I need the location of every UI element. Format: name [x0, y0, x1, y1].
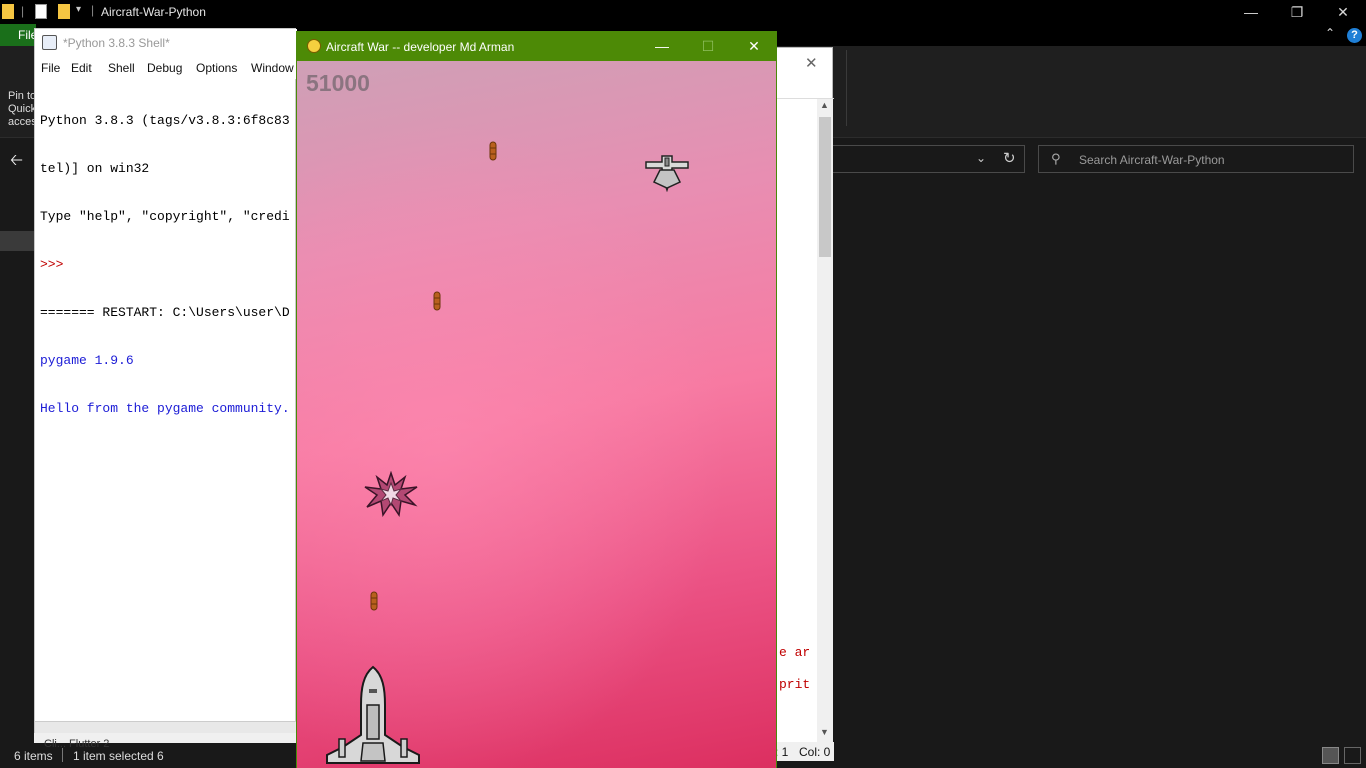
shell-line: tel)] on win32	[40, 161, 150, 176]
player-plane-icon	[326, 665, 420, 764]
minimize-button[interactable]: —	[1228, 1, 1274, 23]
shell-output[interactable]: Python 3.8.3 (tags/v3.8.3:6f8c83 tel)] o…	[40, 81, 296, 449]
window-title: Aircraft-War-Python	[101, 5, 206, 19]
game-titlebar[interactable]: Aircraft War -- developer Md Arman — ☐ ✕	[297, 32, 776, 61]
selected-size: 6	[157, 749, 164, 763]
help-icon[interactable]: ?	[1347, 28, 1362, 43]
shell-menubar: File Edit Shell Debug Options Window	[35, 57, 297, 79]
customize-qa-chevron-icon[interactable]: ▾	[76, 4, 81, 15]
close-icon[interactable]: ✕	[805, 54, 818, 72]
line-number: : 1	[775, 745, 789, 759]
items-count: 6 items	[14, 749, 53, 763]
selected-count: 1 item selected	[73, 749, 154, 763]
menu-edit[interactable]: Edit	[71, 61, 92, 75]
shell-line: Python 3.8.3 (tags/v3.8.3:6f8c83	[40, 113, 290, 128]
score: 51000	[306, 70, 370, 96]
shell-line: Type "help", "copyright", "credi	[40, 209, 290, 224]
menu-options[interactable]: Options	[196, 61, 237, 75]
close-button[interactable]: ✕	[1320, 1, 1366, 23]
enemy-plane-icon	[645, 155, 689, 192]
scroll-thumb[interactable]	[819, 117, 831, 257]
explorer-titlebar: | ▾ | Aircraft-War-Python — ❐ ✕	[0, 0, 1366, 24]
menu-debug[interactable]: Debug	[147, 61, 182, 75]
divider	[62, 748, 63, 762]
bullet-icon	[489, 141, 497, 161]
code-line: prit	[779, 677, 811, 692]
tab-file[interactable]: File	[0, 24, 36, 46]
menu-window[interactable]: Window	[251, 61, 294, 75]
nav-pane-selected-item[interactable]	[0, 231, 34, 251]
code-line: e ar	[779, 645, 811, 660]
chevron-up-icon[interactable]: ▲	[820, 100, 829, 110]
game-window: Aircraft War -- developer Md Arman — ☐ ✕…	[296, 31, 777, 768]
editor-status-bar: : 1 Col: 0	[775, 742, 834, 761]
ribbon-divider	[846, 50, 847, 126]
search-input[interactable]: ⚲ Search Aircraft-War-Python	[1038, 145, 1354, 173]
maximize-button[interactable]: ☐	[685, 32, 731, 61]
shell-titlebar[interactable]: *Python 3.8.3 Shell*	[35, 29, 297, 57]
large-icons-view-button[interactable]	[1344, 747, 1361, 764]
new-folder-icon[interactable]	[58, 4, 70, 19]
file-item[interactable]: Cli... Flutter 2	[44, 738, 109, 750]
editor-window: ✕ e ar prit ▲ ▼ : 1 Col: 0	[775, 47, 834, 761]
search-placeholder: Search Aircraft-War-Python	[1079, 153, 1225, 167]
explosion-icon	[364, 471, 418, 517]
column-number: Col: 0	[799, 745, 831, 759]
shell-line: ======= RESTART: C:\Users\user\D	[40, 305, 290, 320]
shell-title: *Python 3.8.3 Shell*	[63, 36, 170, 50]
details-view-button[interactable]	[1322, 747, 1339, 764]
pygame-snake-icon	[307, 39, 321, 53]
game-canvas[interactable]: 51000	[297, 61, 776, 768]
idle-icon	[42, 35, 57, 50]
chevron-down-icon[interactable]: ▼	[820, 727, 829, 737]
menu-file[interactable]: File	[41, 61, 60, 75]
folder-icon	[2, 4, 14, 19]
divider: |	[21, 4, 25, 18]
minimize-button[interactable]: —	[639, 32, 685, 61]
idle-shell-window: *Python 3.8.3 Shell* File Edit Shell Deb…	[34, 28, 297, 743]
properties-icon[interactable]	[35, 4, 47, 19]
bullet-icon	[370, 591, 378, 611]
collapse-ribbon-chevron-icon[interactable]: ⌃	[1325, 26, 1335, 40]
close-button[interactable]: ✕	[731, 32, 777, 61]
restore-button[interactable]: ❐	[1274, 1, 1320, 23]
refresh-icon[interactable]: ↻	[1003, 149, 1016, 167]
menu-shell[interactable]: Shell	[108, 61, 135, 75]
divider: |	[91, 3, 95, 17]
back-arrow-icon[interactable]: 🡠	[10, 149, 23, 176]
vertical-scrollbar[interactable]: ▲ ▼	[817, 99, 833, 742]
shell-line: Hello from the pygame community.	[40, 401, 290, 416]
shell-line: pygame 1.9.6	[40, 353, 134, 368]
search-icon: ⚲	[1051, 151, 1061, 166]
game-title: Aircraft War -- developer Md Arman	[326, 40, 515, 54]
chevron-down-icon[interactable]: ⌄	[976, 151, 986, 165]
shell-prompt: >>>	[40, 257, 64, 272]
address-bar[interactable]: ⌄ ↻	[833, 145, 1025, 173]
bullet-icon	[433, 291, 441, 311]
